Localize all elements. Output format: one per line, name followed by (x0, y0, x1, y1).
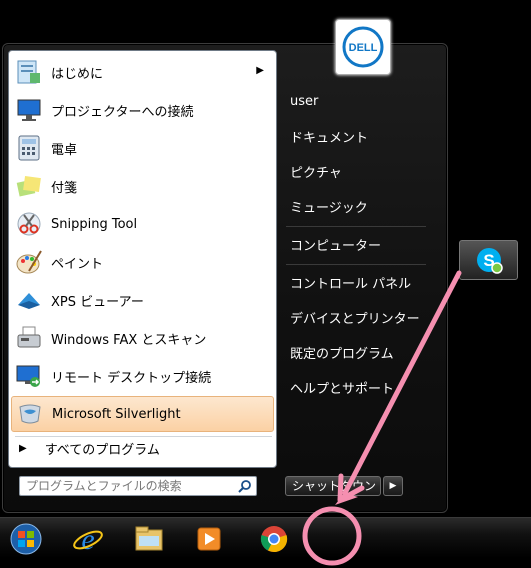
taskbar: e (0, 517, 531, 558)
program-projector[interactable]: プロジェクターへの接続 (11, 92, 274, 128)
svg-text:e: e (81, 523, 94, 555)
chrome-icon (260, 526, 288, 553)
program-label: リモート デスクトップ接続 (51, 370, 212, 386)
silverlight-icon (15, 399, 45, 429)
all-programs-label: すべてのプログラム (44, 442, 160, 458)
calculator-icon (14, 133, 44, 163)
right-item-documents[interactable]: ドキュメント (284, 121, 434, 151)
program-silverlight[interactable]: Microsoft Silverlight (11, 396, 274, 432)
all-programs-button[interactable]: ▶ すべてのプログラム (11, 434, 274, 462)
getting-started-icon (14, 57, 44, 87)
dell-logo-icon: DELL (342, 26, 384, 68)
right-item-pictures[interactable]: ピクチャ (284, 156, 434, 186)
program-label: 電卓 (51, 142, 78, 158)
program-paint[interactable]: ペイント (11, 244, 274, 280)
svg-text:DELL: DELL (349, 42, 378, 54)
programs-pane: はじめに ▶ プロジェクターへの接続 電卓 付箋 Snipping Tool ペ… (8, 50, 277, 468)
right-item-user[interactable]: user (284, 86, 434, 116)
taskbar-media-player[interactable] (189, 522, 229, 556)
expand-arrow-icon: ▶ (19, 442, 27, 454)
program-sticky-notes[interactable]: 付箋 (11, 168, 274, 204)
chevron-right-icon: ▶ (389, 481, 397, 491)
xps-viewer-icon (14, 285, 44, 315)
right-item-control-panel[interactable]: コントロール パネル (284, 267, 434, 297)
right-item-devices-printers[interactable]: デバイスとプリンター (284, 302, 434, 332)
start-orb-icon (10, 523, 42, 555)
search-input[interactable]: プログラムとファイルの検索 (19, 476, 257, 496)
right-item-help-support[interactable]: ヘルプとサポート (284, 372, 434, 402)
projector-icon (14, 95, 44, 125)
skype-tray-item[interactable]: S (459, 240, 518, 280)
program-label: Snipping Tool (51, 216, 138, 232)
right-item-default-programs[interactable]: 既定のプログラム (284, 337, 434, 367)
taskbar-internet-explorer[interactable]: e (68, 522, 108, 556)
divider (286, 226, 426, 227)
scissors-icon (14, 209, 44, 239)
search-icon[interactable] (238, 479, 252, 498)
program-getting-started[interactable]: はじめに ▶ (11, 54, 274, 90)
skype-icon: S (476, 248, 503, 274)
program-remote-desktop[interactable]: リモート デスクトップ接続 (11, 358, 274, 394)
remote-desktop-icon (14, 361, 44, 391)
program-label: ペイント (51, 256, 104, 272)
taskbar-file-explorer[interactable] (129, 522, 169, 556)
paint-palette-icon (14, 247, 44, 277)
divider (286, 264, 426, 265)
user-picture[interactable]: DELL (335, 19, 391, 75)
search-placeholder: プログラムとファイルの検索 (26, 479, 182, 493)
program-snipping-tool[interactable]: Snipping Tool (11, 206, 274, 242)
program-xps-viewer[interactable]: XPS ビューアー (11, 282, 274, 318)
right-item-computer[interactable]: コンピューター (284, 229, 434, 259)
program-label: Windows FAX とスキャン (51, 332, 207, 348)
media-player-icon (197, 527, 221, 551)
program-label: Microsoft Silverlight (52, 406, 181, 422)
shutdown-options-button[interactable]: ▶ (383, 476, 403, 496)
shutdown-button[interactable]: シャットダウン (285, 476, 381, 496)
search-area: プログラムとファイルの検索 (8, 468, 277, 510)
sticky-notes-icon (14, 171, 44, 201)
fax-scan-icon (14, 323, 44, 353)
taskbar-chrome[interactable] (254, 522, 294, 556)
program-label: XPS ビューアー (51, 294, 144, 310)
internet-explorer-icon: e (73, 523, 103, 555)
file-explorer-icon (135, 526, 163, 551)
program-fax-scan[interactable]: Windows FAX とスキャン (11, 320, 274, 356)
submenu-arrow-icon: ▶ (256, 65, 264, 76)
program-calculator[interactable]: 電卓 (11, 130, 274, 166)
right-item-music[interactable]: ミュージック (284, 191, 434, 221)
program-label: はじめに (51, 66, 104, 82)
shutdown-group: シャットダウン ▶ (285, 476, 403, 496)
start-button[interactable] (6, 522, 46, 556)
program-label: 付箋 (51, 180, 78, 196)
program-label: プロジェクターへの接続 (51, 104, 194, 120)
